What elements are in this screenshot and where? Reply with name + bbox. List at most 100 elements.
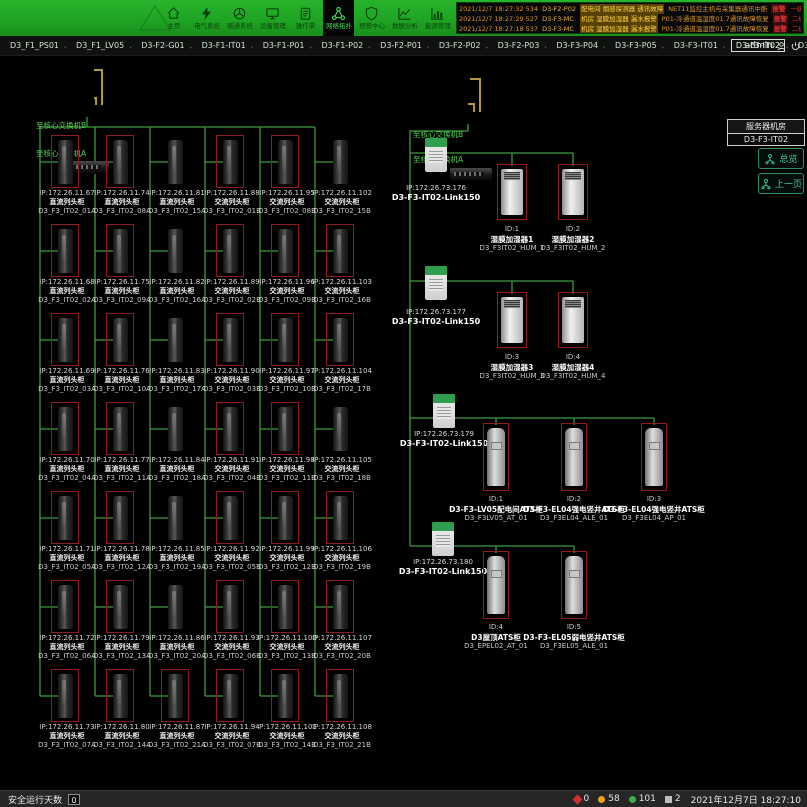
ats-cabinet-node[interactable] — [487, 556, 505, 614]
humidifier-node[interactable] — [501, 169, 523, 215]
device-node[interactable] — [333, 585, 348, 629]
device-node[interactable] — [113, 674, 128, 718]
ats-cabinet-node[interactable] — [645, 428, 663, 486]
device-node[interactable] — [278, 407, 293, 451]
device-node[interactable] — [223, 496, 238, 540]
device-label: IP:172.26.11.104交流列头柜D3_F3_IT02_17B — [311, 367, 373, 394]
device-label: IP:172.26.11.100交流列头柜D3_F3_IT02_13B — [256, 634, 318, 661]
device-node[interactable] — [113, 318, 128, 362]
overview-button[interactable]: 总览 — [758, 148, 804, 169]
gateway-node[interactable] — [425, 138, 447, 172]
nav-item-topology[interactable]: 网络拓扑 — [323, 0, 354, 36]
tab-d3-f2-p02[interactable]: D3-F2-P02 — [435, 40, 485, 51]
humidifier-node[interactable] — [562, 297, 584, 343]
right-access-switch[interactable] — [450, 168, 492, 180]
device-node[interactable] — [223, 585, 238, 629]
tab-d3-f1-it01[interactable]: D3-F1-IT01 — [198, 40, 250, 51]
device-node[interactable] — [168, 585, 183, 629]
humidifier-node[interactable] — [562, 169, 584, 215]
prev-page-button[interactable]: 上一页 — [758, 173, 804, 194]
tab-d3-f2-g01[interactable]: D3-F2-G01 — [137, 40, 188, 51]
tab-d3-f3-p04[interactable]: D3-F3-P04 — [552, 40, 602, 51]
tab-d3-f3-it01[interactable]: D3-F3-IT01 — [670, 40, 722, 51]
device-node[interactable] — [168, 140, 183, 184]
alarm-row[interactable]: 2021/12/7 18:27:29 527D3-F3-MC机房 湿膜加湿器 漏… — [459, 14, 801, 24]
device-node[interactable] — [333, 496, 348, 540]
device-node[interactable] — [168, 229, 183, 273]
tab-d3-f2-p01[interactable]: D3-F2-P01 — [376, 40, 426, 51]
device-label: ID:2湿膜加湿器2D3_F3IT02_HUM_2 — [518, 225, 628, 254]
device-node[interactable] — [278, 674, 293, 718]
device-node[interactable] — [333, 140, 348, 184]
device-label: IP:172.26.11.91交流列头柜D3_F3_IT02_04B — [201, 456, 263, 483]
device-node[interactable] — [278, 496, 293, 540]
device-node[interactable] — [113, 585, 128, 629]
tab-d3-f1-p01[interactable]: D3-F1-P01 — [259, 40, 309, 51]
alarm-device: D3-F2-P02 — [542, 4, 576, 14]
tab-d3-f2-p03[interactable]: D3-F2-P03 — [494, 40, 544, 51]
tab-d3_f1_ps01[interactable]: D3_F1_PS01 — [6, 40, 63, 51]
alarm-row[interactable]: 2021/12/7 18:27:18 537D3-F3-MC机房 湿膜加湿器 漏… — [459, 24, 801, 34]
ats-cabinet-node[interactable] — [565, 428, 583, 486]
device-node[interactable] — [278, 318, 293, 362]
alarm-message: 机房 湿膜加湿器 漏水报警 — [580, 14, 658, 24]
gateway-node[interactable] — [433, 394, 455, 428]
ats-cabinet-node[interactable] — [565, 556, 583, 614]
device-label: IP:172.26.11.80直流列头柜D3_F3_IT02_14A — [91, 723, 153, 750]
device-node[interactable] — [223, 674, 238, 718]
nav-item-power-system[interactable]: 电气系统 — [191, 0, 222, 36]
device-node[interactable] — [168, 496, 183, 540]
device-node[interactable] — [223, 318, 238, 362]
power-icon[interactable] — [790, 41, 801, 52]
device-node[interactable] — [168, 674, 183, 718]
device-node[interactable] — [278, 585, 293, 629]
user-box[interactable]: admin — [745, 36, 801, 56]
device-node[interactable] — [168, 318, 183, 362]
nav-item-device-manage[interactable]: 设备管理 — [257, 0, 288, 36]
device-node[interactable] — [278, 140, 293, 184]
device-node[interactable] — [58, 229, 73, 273]
device-node[interactable] — [168, 407, 183, 451]
alarm-message-2: P01-冷通道温湿度01.7通讯故障恢复 — [662, 14, 769, 24]
nav-item-analysis[interactable]: 数据分析 — [389, 0, 420, 36]
nav-item-label: 电气系统 — [194, 22, 220, 29]
nav-item-energy[interactable]: 能源管理 — [422, 0, 453, 36]
device-node[interactable] — [58, 318, 73, 362]
device-node[interactable] — [223, 140, 238, 184]
device-node[interactable] — [58, 407, 73, 451]
nav-item-shield[interactable]: 预警中心 — [356, 0, 387, 36]
device-label: IP:172.26.11.108交流列头柜D3_F3_IT02_21B — [311, 723, 373, 750]
nav-item-home[interactable]: 主页 — [158, 0, 189, 36]
humidifier-node[interactable] — [501, 297, 523, 343]
device-node[interactable] — [113, 229, 128, 273]
user-icon[interactable] — [776, 41, 787, 52]
tab-d3-f1-p02[interactable]: D3-F1-P02 — [317, 40, 367, 51]
device-label: IP:172.26.11.81直流列头柜D3_F3_IT02_15A — [146, 189, 208, 216]
device-node[interactable] — [333, 318, 348, 362]
device-node[interactable] — [113, 140, 128, 184]
tab-d3_f1_lv05[interactable]: D3_F1_LV05 — [72, 40, 128, 51]
device-node[interactable] — [58, 140, 73, 184]
device-node[interactable] — [333, 229, 348, 273]
nav-item-hvac[interactable]: 暖通系统 — [224, 0, 255, 36]
device-node[interactable] — [113, 496, 128, 540]
gateway-node[interactable] — [425, 266, 447, 300]
device-label: IP:172.26.11.78直流列头柜D3_F3_IT02_12A — [91, 545, 153, 572]
device-label: IP:172.26.11.90交流列头柜D3_F3_IT02_03B — [201, 367, 263, 394]
tab-d3-f3-p05[interactable]: D3-F3-P05 — [611, 40, 661, 51]
ats-cabinet-node[interactable] — [487, 428, 505, 486]
alarm-row[interactable]: 2021/12/7 18:27:32 534D3-F2-P02配电间 烟感探测器… — [459, 4, 801, 14]
device-node[interactable] — [113, 407, 128, 451]
device-node[interactable] — [58, 585, 73, 629]
device-node[interactable] — [333, 674, 348, 718]
device-node[interactable] — [58, 674, 73, 718]
device-node[interactable] — [58, 496, 73, 540]
device-label: ID:5D3-F3-EL05弱电竖井ATS柜D3_F3EL05_ALE_01 — [504, 623, 644, 652]
device-node[interactable] — [223, 229, 238, 273]
device-node[interactable] — [333, 407, 348, 451]
device-node[interactable] — [223, 407, 238, 451]
gateway-node[interactable] — [432, 522, 454, 556]
device-node[interactable] — [278, 229, 293, 273]
topology-icon — [331, 6, 346, 21]
nav-item-ticket[interactable]: 操作票 — [290, 0, 321, 36]
